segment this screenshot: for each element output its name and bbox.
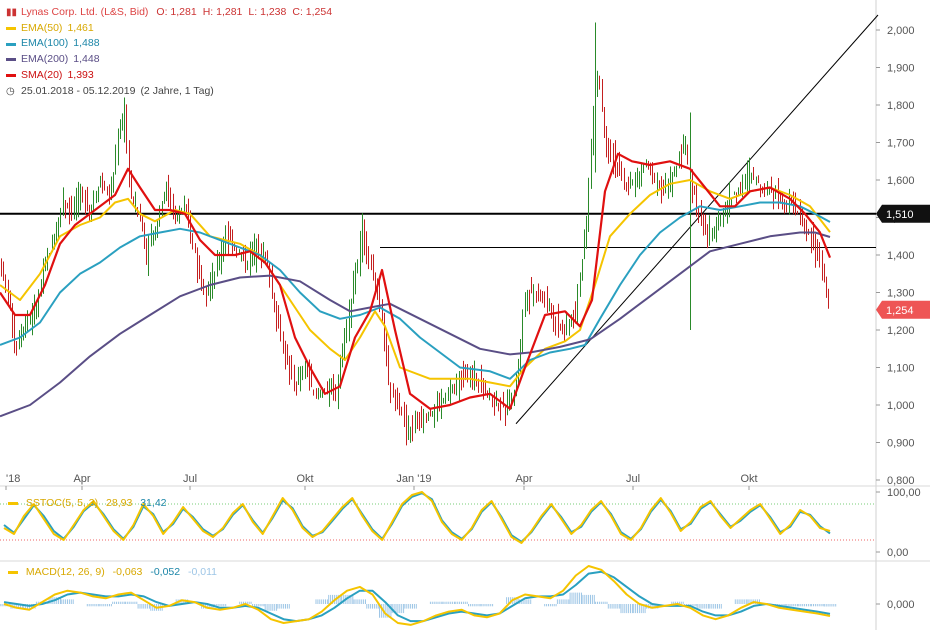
ema200-label: EMA(200) <box>21 53 69 66</box>
line-sma20 <box>0 152 832 410</box>
ema100-swatch <box>6 42 16 46</box>
x-tick-label: Okt <box>740 473 757 485</box>
x-tick-label: Apr <box>73 473 90 485</box>
y-tick-label: 0,800 <box>887 475 915 487</box>
legend-sma20[interactable]: SMA(20) 1,393 <box>6 68 338 84</box>
legend-ema50[interactable]: EMA(50) 1,461 <box>6 21 338 37</box>
sstoc-legend: SSTOC(5, 5, 3) 28,93 31,42 <box>8 497 172 509</box>
high-value: H: 1,281 <box>202 6 243 18</box>
open-value: O: 1,281 <box>156 6 197 18</box>
macd-label: MACD(12, 26, 9) <box>25 566 105 578</box>
ema50-swatch <box>6 27 16 31</box>
macd-value-1: -0,063 <box>112 566 143 578</box>
y-tick-label: 2,000 <box>887 25 915 37</box>
support-price-text: 1,510 <box>886 209 914 221</box>
ema100-label: EMA(100) <box>21 37 69 50</box>
legend-ema200[interactable]: EMA(200) 1,448 <box>6 52 338 68</box>
y-tick-label: 1,800 <box>887 100 915 112</box>
y-tick-label: 1,100 <box>887 363 915 375</box>
y-tick-label: 1,000 <box>887 400 915 412</box>
sstoc-tick-label: 0,00 <box>887 547 908 559</box>
ema200-swatch <box>6 58 16 62</box>
x-tick-label: Apr <box>515 473 532 485</box>
macd-tick-label: 0,000 <box>887 599 915 611</box>
sma20-label: SMA(20) <box>21 68 63 81</box>
x-tick-label: Jul <box>626 473 640 485</box>
close-value: C: 1,254 <box>292 6 333 18</box>
line-ema50 <box>0 179 831 388</box>
sma20-value: 1,393 <box>67 68 94 81</box>
clock-icon: ◷ <box>6 85 15 97</box>
macd-value-3: -0,011 <box>188 566 218 578</box>
sstoc-value-1: 28,93 <box>106 497 133 509</box>
ema200-value: 1,448 <box>73 53 100 66</box>
candlestick-icon: ▮▮ <box>6 7 18 18</box>
chart-legend: ▮▮ Lynas Corp. Ltd. (L&S, Bid) O: 1,281 … <box>6 5 338 99</box>
x-tick-label: Okt <box>296 473 313 485</box>
date-range-note: (2 Jahre, 1 Tag) <box>140 84 214 97</box>
sstoc-value-2: 31,42 <box>140 497 167 509</box>
x-tick-label: Jul <box>183 473 197 485</box>
y-tick-label: 1,900 <box>887 63 915 75</box>
legend-ema100[interactable]: EMA(100) 1,488 <box>6 36 338 52</box>
macd-swatch <box>8 570 18 574</box>
y-tick-label: 1,200 <box>887 325 915 337</box>
ema50-value: 1,461 <box>67 21 94 34</box>
macd-legend: MACD(12, 26, 9) -0,063 -0,052 -0,011 <box>8 566 222 578</box>
last-price-text: 1,254 <box>886 305 914 317</box>
legend-range: ◷ 25.01.2018 - 05.12.2019 (2 Jahre, 1 Ta… <box>6 84 338 100</box>
sstoc-label: SSTOC(5, 5, 3) <box>25 497 99 509</box>
line-ema200 <box>0 231 831 418</box>
last-price-label: 1,254 <box>876 300 930 319</box>
x-tick-label: '18 <box>6 473 20 485</box>
y-tick-label: 1,700 <box>887 138 915 150</box>
macd-value-2: -0,052 <box>150 566 181 578</box>
support-price-label: 1,510 <box>876 204 930 223</box>
ema50-label: EMA(50) <box>21 21 63 34</box>
macd-line <box>3 570 831 623</box>
ema100-value: 1,488 <box>73 37 100 50</box>
sstoc-tick-label: 100,00 <box>887 487 921 499</box>
date-range: 25.01.2018 - 05.12.2019 <box>21 84 136 97</box>
x-tick-label: Jan '19 <box>396 473 431 485</box>
y-tick-label: 1,400 <box>887 250 915 262</box>
y-tick-label: 0,900 <box>887 438 915 450</box>
y-tick-label: 1,600 <box>887 175 915 187</box>
legend-title-row: ▮▮ Lynas Corp. Ltd. (L&S, Bid) O: 1,281 … <box>6 5 338 21</box>
candles-group <box>1 70 829 446</box>
low-value: L: 1,238 <box>248 6 287 18</box>
instrument-title: Lynas Corp. Ltd. (L&S, Bid) <box>21 6 149 18</box>
sstoc-swatch <box>8 501 18 505</box>
sma20-swatch <box>6 74 16 78</box>
y-tick-label: 1,300 <box>887 288 915 300</box>
